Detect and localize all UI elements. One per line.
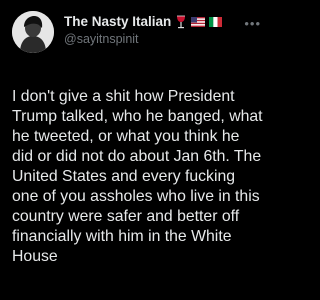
avatar[interactable] — [12, 11, 54, 53]
tweet-text: I don't give a shit how President Trump … — [12, 88, 263, 265]
avatar-image — [12, 11, 54, 53]
author-handle[interactable]: @sayitnspinit — [64, 32, 263, 46]
wine-glass-icon — [175, 15, 187, 29]
name-row: The Nasty Italian — [64, 13, 263, 30]
tweet-header: The Nasty Italian @sayitnspinit ••• — [12, 11, 263, 61]
author-block: The Nasty Italian @sayitnspinit — [64, 13, 263, 46]
italy-flag-icon — [209, 16, 223, 27]
tweet-card: The Nasty Italian @sayitnspinit ••• I do… — [0, 0, 275, 300]
display-name[interactable]: The Nasty Italian — [64, 14, 171, 29]
more-options-icon[interactable]: ••• — [244, 17, 261, 30]
us-flag-icon — [191, 16, 206, 27]
